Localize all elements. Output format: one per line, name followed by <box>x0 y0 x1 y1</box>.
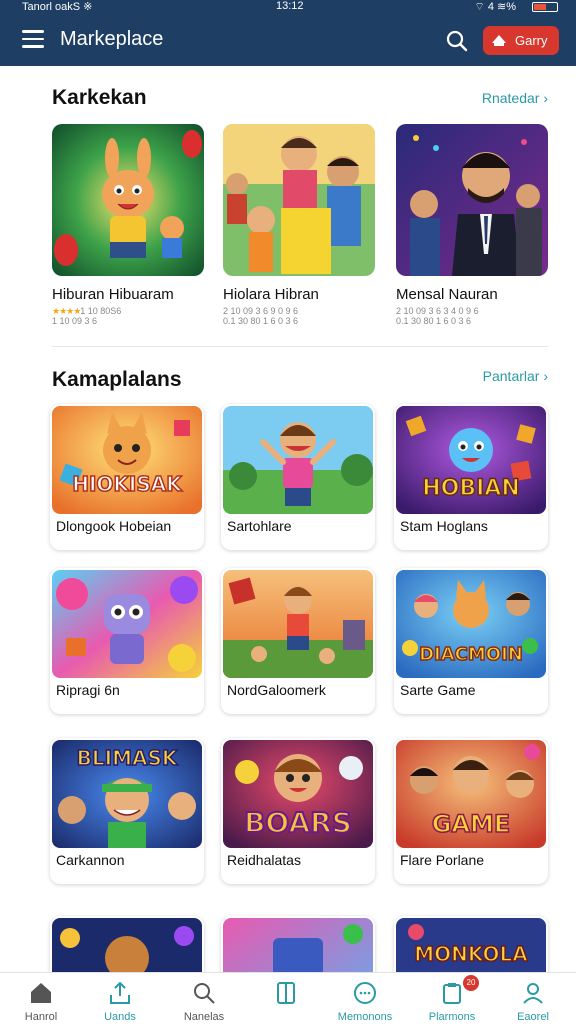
cat-game-artwork <box>52 406 202 514</box>
game-card[interactable]: Sartohlare <box>221 404 375 550</box>
nav-label: Nanelas <box>183 1011 225 1023</box>
user-icon <box>523 983 543 1004</box>
game-card[interactable]: NordGaloomerk <box>221 568 375 714</box>
nav-item-account[interactable]: Eaorel <box>492 973 574 1024</box>
menu-icon[interactable] <box>22 30 44 50</box>
game-card[interactable]: BOARS Reidhalatas <box>221 738 375 884</box>
featured-see-all-link[interactable]: Rnatedar › <box>482 90 548 106</box>
games-button[interactable]: Garry <box>483 26 559 55</box>
nav-label: Plarmons <box>428 1011 476 1023</box>
cartoon-rabbit-artwork <box>52 124 204 276</box>
home-icon <box>31 983 51 1003</box>
featured-item-meta: ★★★★1 10 80S6 1 10 09 3 6 <box>52 306 212 326</box>
featured-item-meta-text: 2 10 09 3 6 3 4 0 9 6 0.1 30 80 1 6 0 3 6 <box>396 306 479 326</box>
game-card-image <box>223 570 373 678</box>
nav-label: Eaorel <box>517 1011 549 1023</box>
status-indicators: ⌔ 4 ≋% <box>474 1 516 13</box>
nav-item-orders[interactable]: 20 Plarmons <box>411 973 493 1024</box>
nav-item-library[interactable] <box>245 973 327 1024</box>
status-time: 13:12 <box>276 0 304 12</box>
game-card-image: DIACMOIN <box>396 570 546 678</box>
battery-level <box>534 4 547 10</box>
game-card-title: NordGaloomerk <box>227 682 326 698</box>
game-card-image: BLIMASK <box>52 740 202 848</box>
section-divider <box>52 346 548 347</box>
game-card-image: HOBIAN <box>396 406 546 514</box>
game-logo-text: BLIMASK <box>76 745 178 771</box>
game-card[interactable]: BLIMASK Carkannon <box>50 738 204 884</box>
nav-item-upload[interactable]: Uands <box>79 973 161 1024</box>
boy-game-artwork <box>223 406 373 514</box>
game-card[interactable]: HIOKISAK Dlongook Hobeian <box>50 404 204 550</box>
status-bar: Tanorl oakS ※ 13:12 ⌔ 4 ≋% <box>0 0 576 14</box>
game-logo-text: GAME <box>431 809 511 839</box>
book-icon <box>277 982 295 1004</box>
featured-item-title[interactable]: Mensal Nauran <box>396 286 556 303</box>
robot-game-artwork <box>52 570 202 678</box>
host-illustration <box>396 124 548 276</box>
featured-item-meta: 2 10 09 3 6 9 0 9 6 0.1 30 80 1 6 0 3 6 <box>223 306 383 326</box>
game-card[interactable]: Ripragi 6n <box>50 568 204 714</box>
game-card-title: Flare Porlane <box>400 852 485 868</box>
nav-label: Memonons <box>337 1011 393 1023</box>
nav-item-messages[interactable]: Memonons <box>324 973 406 1024</box>
adventure-game-artwork <box>223 570 373 678</box>
upload-icon <box>110 981 130 1004</box>
game-card-title: Dlongook Hobeian <box>56 518 172 534</box>
game-card-title: Ripragi 6n <box>56 682 120 698</box>
status-carrier: Tanorl oakS ※ <box>22 1 93 13</box>
gamepad-icon <box>492 35 506 46</box>
game-card-title: Reidhalatas <box>227 852 301 868</box>
nav-item-home[interactable]: Hanrol <box>0 973 82 1024</box>
game-card[interactable]: HOBIAN Stam Hoglans <box>394 404 548 550</box>
game-card-image: GAME <box>396 740 546 848</box>
game-logo-text: DIACMOIN <box>418 643 523 666</box>
game-card-image <box>52 570 202 678</box>
game-logo-text: HOBIAN <box>421 475 520 502</box>
game-card-image <box>223 406 373 514</box>
games-section-title: Kamaplalans <box>52 368 182 391</box>
bottom-navigation: Hanrol Uands Nanelas Memonons 20 Plarmon… <box>0 972 576 1024</box>
featured-item-meta-text: 2 10 09 3 6 9 0 9 6 0.1 30 80 1 6 0 3 6 <box>223 306 299 326</box>
featured-item-title[interactable]: Hiolara Hibran <box>223 286 383 303</box>
game-card-title: Carkannon <box>56 852 125 868</box>
game-card-title: Sartohlare <box>227 518 292 534</box>
nav-label: Hanrol <box>24 1011 58 1023</box>
game-logo-text: BOARS <box>243 805 353 840</box>
family-illustration <box>223 124 375 276</box>
game-card-image: HIOKISAK <box>52 406 202 514</box>
game-logo-text: HIOKISAK <box>71 471 182 497</box>
app-bar: Markeplace Garry <box>0 14 576 66</box>
featured-item-title[interactable]: Hiburan Hibuaram <box>52 286 212 303</box>
featured-item-image[interactable] <box>396 124 548 276</box>
notification-badge: 20 <box>463 975 479 991</box>
page-title: Markeplace <box>60 28 164 50</box>
featured-item-meta: 2 10 09 3 6 3 4 0 9 6 0.1 30 80 1 6 0 3 6 <box>396 306 556 326</box>
search-icon <box>194 983 215 1004</box>
nav-item-search[interactable]: Nanelas <box>163 973 245 1024</box>
game-logo-text: MONKOLA <box>414 941 529 967</box>
battery-icon <box>532 2 558 12</box>
games-button-label: Garry <box>515 33 548 48</box>
rating-stars: ★★★★ <box>52 306 81 316</box>
featured-item-image[interactable] <box>223 124 375 276</box>
game-card-title: Sarte Game <box>400 682 476 698</box>
games-see-all-link[interactable]: Pantarlar › <box>483 368 548 384</box>
game-card-title: Stam Hoglans <box>400 518 488 534</box>
game-card-image: BOARS <box>223 740 373 848</box>
featured-item-image[interactable] <box>52 124 204 276</box>
clipboard-icon <box>443 983 461 1004</box>
game-card[interactable]: GAME Flare Porlane <box>394 738 548 884</box>
nav-label: Uands <box>104 1011 136 1023</box>
featured-section-title: Karkekan <box>52 86 147 109</box>
chat-icon <box>354 982 376 1004</box>
search-icon[interactable] <box>446 30 468 52</box>
game-card[interactable]: DIACMOIN Sarte Game <box>394 568 548 714</box>
